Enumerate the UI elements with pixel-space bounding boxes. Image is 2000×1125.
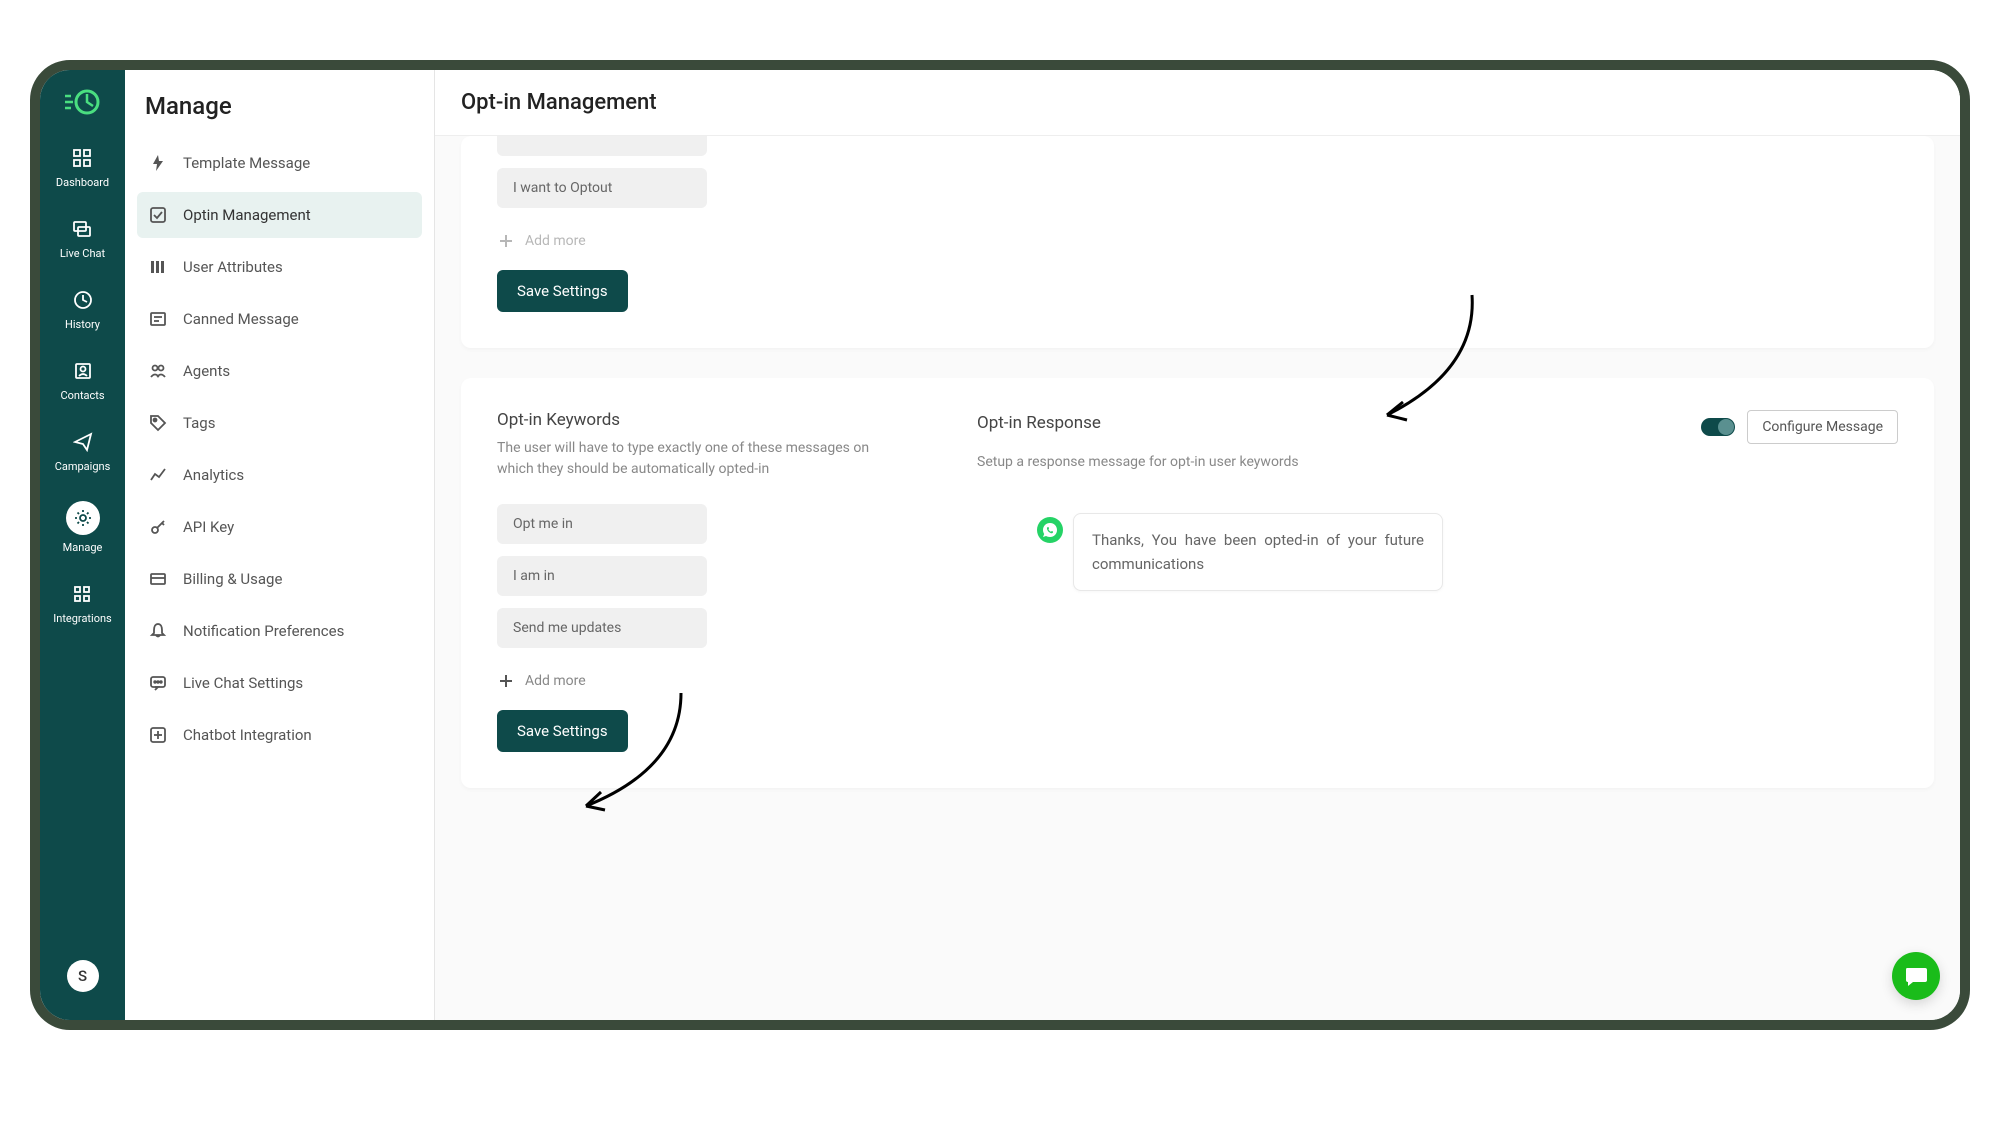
page-title: Opt-in Management (435, 70, 1960, 136)
nav-label: Contacts (60, 389, 104, 402)
annotation-arrow-icon (561, 688, 691, 818)
contacts-icon (71, 359, 95, 383)
nav-item-campaigns[interactable]: Campaigns (55, 430, 111, 473)
save-settings-button[interactable]: Save Settings (497, 710, 628, 752)
nav-label: History (65, 318, 100, 331)
main-content: Opt-in Management I want to Optout Add m… (435, 70, 1960, 1020)
nav-label: Live Chat (60, 247, 105, 260)
optin-keyword-chip[interactable]: Opt me in (497, 504, 707, 544)
sidebar-item-api-key[interactable]: API Key (137, 504, 422, 550)
user-avatar[interactable]: S (67, 960, 99, 992)
configure-message-button[interactable]: Configure Message (1747, 410, 1898, 444)
sidebar-item-label: Optin Management (183, 206, 311, 224)
card-icon (147, 568, 169, 590)
add-more-label: Add more (525, 233, 586, 249)
save-settings-button[interactable]: Save Settings (497, 270, 628, 312)
chat-bubble-icon (1903, 963, 1929, 989)
sidebar-item-billing[interactable]: Billing & Usage (137, 556, 422, 602)
optin-card: Opt-in Keywords The user will have to ty… (461, 378, 1934, 788)
sidebar-item-label: Canned Message (183, 310, 299, 328)
sidebar-item-chatbot-integration[interactable]: Chatbot Integration (137, 712, 422, 758)
plus-box-icon (147, 724, 169, 746)
nav-item-dashboard[interactable]: Dashboard (56, 146, 109, 189)
plus-icon (497, 672, 515, 690)
sidebar: Manage Template Message Optin Management… (125, 70, 435, 1020)
content-area: I want to Optout Add more Save Settings … (435, 136, 1960, 1016)
send-icon (71, 430, 95, 454)
key-icon (147, 516, 169, 538)
section-description: The user will have to type exactly one o… (497, 438, 897, 480)
section-title: Opt-in Response (977, 413, 1101, 433)
sidebar-item-live-chat-settings[interactable]: Live Chat Settings (137, 660, 422, 706)
app-frame: Dashboard Live Chat History Contacts Cam… (30, 60, 1970, 1030)
sidebar-item-label: Billing & Usage (183, 570, 282, 588)
gear-icon (66, 501, 100, 535)
sidebar-item-notifications[interactable]: Notification Preferences (137, 608, 422, 654)
chat-icon (70, 217, 94, 241)
sidebar-item-label: Analytics (183, 466, 244, 484)
whatsapp-icon (1037, 517, 1063, 543)
add-more-label: Add more (525, 673, 586, 689)
sidebar-item-agents[interactable]: Agents (137, 348, 422, 394)
nav-label: Dashboard (56, 176, 109, 189)
plus-icon (497, 232, 515, 250)
sidebar-item-label: Tags (183, 414, 215, 432)
nav-item-manage[interactable]: Manage (63, 501, 103, 554)
people-icon (147, 360, 169, 382)
checkbox-icon (147, 204, 169, 226)
message-icon (147, 308, 169, 330)
sidebar-item-optin-management[interactable]: Optin Management (137, 192, 422, 238)
grid4-icon (70, 582, 94, 606)
section-title: Opt-in Keywords (497, 410, 917, 430)
response-toggle[interactable] (1701, 418, 1735, 436)
nav-label: Manage (63, 541, 103, 554)
optin-keyword-chip[interactable]: Send me updates (497, 608, 707, 648)
response-preview-bubble: Thanks, You have been opted-in of your f… (1073, 513, 1443, 591)
optin-response-section: Opt-in Response Configure Message Setup … (977, 410, 1898, 752)
optin-keyword-chip[interactable]: I am in (497, 556, 707, 596)
nav-rail: Dashboard Live Chat History Contacts Cam… (40, 70, 125, 1020)
add-more-button[interactable]: Add more (497, 232, 1898, 250)
sidebar-item-user-attributes[interactable]: User Attributes (137, 244, 422, 290)
help-fab[interactable] (1892, 952, 1940, 1000)
sidebar-item-canned-message[interactable]: Canned Message (137, 296, 422, 342)
sidebar-item-tags[interactable]: Tags (137, 400, 422, 446)
sidebar-item-label: User Attributes (183, 258, 283, 276)
sidebar-item-analytics[interactable]: Analytics (137, 452, 422, 498)
sidebar-item-label: API Key (183, 518, 234, 536)
nav-item-contacts[interactable]: Contacts (60, 359, 104, 402)
nav-item-integrations[interactable]: Integrations (53, 582, 111, 625)
grid-icon (70, 146, 94, 170)
partial-chip (497, 136, 707, 156)
chat-settings-icon (147, 672, 169, 694)
clock-icon (71, 288, 95, 312)
nav-item-livechat[interactable]: Live Chat (60, 217, 105, 260)
sidebar-item-label: Notification Preferences (183, 622, 344, 640)
sidebar-item-template-message[interactable]: Template Message (137, 140, 422, 186)
section-description: Setup a response message for opt-in user… (977, 452, 1898, 473)
optin-keywords-section: Opt-in Keywords The user will have to ty… (497, 410, 917, 752)
nav-label: Integrations (53, 612, 111, 625)
sidebar-title: Manage (137, 88, 422, 140)
columns-icon (147, 256, 169, 278)
nav-label: Campaigns (55, 460, 111, 473)
bolt-icon (147, 152, 169, 174)
nav-item-history[interactable]: History (65, 288, 100, 331)
sidebar-item-label: Template Message (183, 154, 310, 172)
tag-icon (147, 412, 169, 434)
add-more-button[interactable]: Add more (497, 672, 917, 690)
sidebar-item-label: Agents (183, 362, 230, 380)
app-logo-icon (63, 88, 103, 116)
bell-icon (147, 620, 169, 642)
optout-keyword-chip[interactable]: I want to Optout (497, 168, 707, 208)
sidebar-item-label: Live Chat Settings (183, 674, 303, 692)
sidebar-item-label: Chatbot Integration (183, 726, 312, 744)
chart-icon (147, 464, 169, 486)
optout-card: I want to Optout Add more Save Settings (461, 136, 1934, 348)
